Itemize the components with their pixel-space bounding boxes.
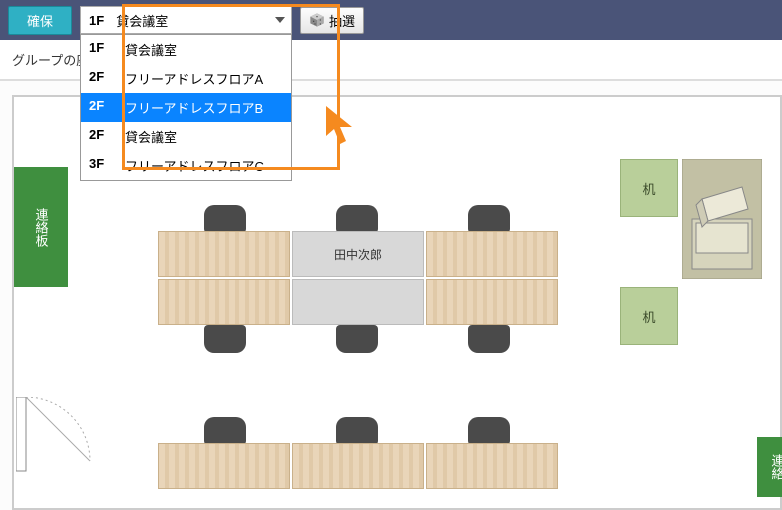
dropdown-option[interactable]: 2F フリーアドレスフロアB: [81, 93, 291, 122]
selected-floor-tag: 1F: [89, 13, 104, 28]
floor-dropdown: 1F 貸会議室 1F 貸会議室 2F フリーアドレスフロアA 2F フリーアドレ…: [80, 6, 292, 34]
chevron-down-icon: [275, 17, 285, 23]
bulletin-board-left[interactable]: 連絡板: [14, 167, 68, 287]
dropdown-option[interactable]: 1F 貸会議室: [81, 35, 291, 64]
lottery-button[interactable]: 抽選: [300, 7, 364, 34]
seat-occupied[interactable]: [292, 279, 424, 325]
toolbar: 確保 1F 貸会議室 1F 貸会議室 2F フリーアドレスフロアA 2F フリー…: [0, 0, 782, 40]
dice-icon: [309, 12, 325, 28]
door-icon: [16, 397, 94, 478]
desk-furniture[interactable]: 机: [620, 159, 678, 217]
printer-icon[interactable]: [682, 159, 762, 279]
floor-dropdown-list: 1F 貸会議室 2F フリーアドレスフロアA 2F フリーアドレスフロアB 2F…: [80, 34, 292, 181]
chair: [204, 325, 246, 353]
dropdown-option[interactable]: 2F 貸会議室: [81, 122, 291, 151]
dropdown-option[interactable]: 2F フリーアドレスフロアA: [81, 64, 291, 93]
chair: [468, 417, 510, 445]
seat[interactable]: [292, 443, 424, 489]
seat[interactable]: [426, 279, 558, 325]
seat[interactable]: [158, 443, 290, 489]
seat[interactable]: [158, 231, 290, 277]
chair: [336, 205, 378, 233]
chair: [336, 417, 378, 445]
chair: [468, 205, 510, 233]
selected-floor-name: 貸会議室: [116, 11, 168, 30]
chair: [468, 325, 510, 353]
seat[interactable]: [426, 231, 558, 277]
chair: [204, 417, 246, 445]
desk-furniture[interactable]: 机: [620, 287, 678, 345]
chair: [204, 205, 246, 233]
bulletin-board-right[interactable]: 連絡: [757, 437, 782, 497]
floor-dropdown-toggle[interactable]: 1F 貸会議室: [80, 6, 292, 34]
chair: [336, 325, 378, 353]
dropdown-option[interactable]: 3F フリーアドレスフロアC: [81, 151, 291, 180]
confirm-button[interactable]: 確保: [8, 6, 72, 35]
seat[interactable]: [158, 279, 290, 325]
seat-occupied[interactable]: 田中次郎: [292, 231, 424, 277]
seat[interactable]: [426, 443, 558, 489]
